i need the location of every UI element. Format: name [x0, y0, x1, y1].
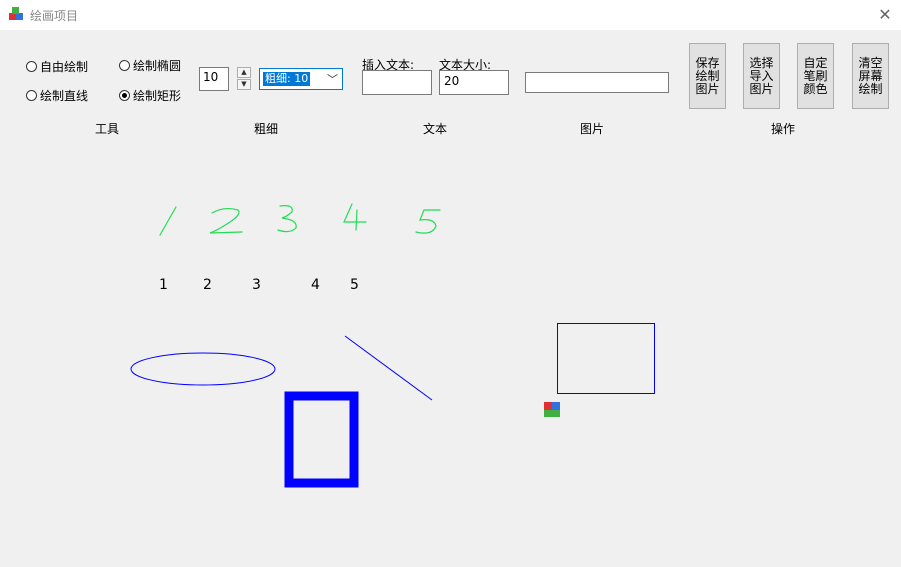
stepper-down-button[interactable]: ▼ — [237, 79, 251, 90]
app-icon — [9, 7, 23, 20]
window-title: 绘画项目 — [30, 9, 79, 23]
radio-dot — [26, 90, 37, 101]
section-label-thickness: 粗细 — [253, 122, 278, 136]
stepper-up-button[interactable]: ▲ — [237, 67, 251, 78]
radio-free-draw[interactable]: 自由绘制 — [26, 58, 88, 75]
section-label-image: 图片 — [579, 122, 604, 136]
radio-label: 自由绘制 — [40, 60, 89, 74]
thick-rect-shape — [284, 391, 359, 488]
radio-ellipse[interactable]: 绘制椭圆 — [119, 57, 181, 74]
line-shape — [344, 335, 433, 401]
section-label-text: 文本 — [422, 122, 447, 136]
chevron-down-icon: ▼ — [241, 80, 247, 88]
canvas-text-1: 1 — [159, 277, 168, 293]
canvas-text-5: 5 — [350, 277, 359, 293]
handwritten-1 — [159, 206, 177, 236]
import-image-button[interactable]: 选择 导入 图片 — [743, 43, 780, 109]
canvas-text-4: 4 — [311, 277, 320, 293]
insert-text-input[interactable] — [362, 70, 432, 95]
canvas-text-3: 3 — [252, 277, 261, 293]
handwritten-3 — [277, 205, 297, 233]
brush-color-button[interactable]: 自定 笔刷 颜色 — [797, 43, 834, 109]
radio-label: 绘制直线 — [40, 89, 89, 103]
section-label-tools: 工具 — [94, 122, 119, 136]
close-icon: ✕ — [878, 5, 892, 24]
thickness-select-value: 粗细: 10 — [263, 72, 311, 86]
radio-rect[interactable]: 绘制矩形 — [119, 87, 181, 104]
chevron-down-icon: ﹀ — [327, 73, 338, 86]
ellipse-shape — [130, 352, 276, 386]
radio-dot-checked — [119, 90, 130, 101]
thickness-stepper-input[interactable]: 10 — [199, 67, 229, 91]
radio-label: 绘制椭圆 — [133, 59, 182, 73]
thickness-select[interactable]: 粗细: 10 ﹀ — [259, 68, 343, 90]
drawing-canvas[interactable] — [0, 140, 901, 567]
section-label-actions: 操作 — [770, 122, 795, 136]
handwritten-4 — [343, 203, 367, 231]
radio-label: 绘制矩形 — [133, 89, 182, 103]
radio-line[interactable]: 绘制直线 — [26, 87, 88, 104]
radio-dot — [26, 61, 37, 72]
title-bar — [0, 0, 901, 30]
handwritten-2 — [209, 207, 243, 234]
thin-rect-shape — [557, 323, 655, 394]
radio-dot — [119, 60, 130, 71]
save-image-button[interactable]: 保存 绘制 图片 — [689, 43, 726, 109]
clear-canvas-button[interactable]: 清空 屏幕 绘制 — [852, 43, 889, 109]
text-size-input[interactable]: 20 — [439, 70, 509, 95]
close-button[interactable]: ✕ — [872, 4, 898, 26]
canvas-text-2: 2 — [203, 277, 212, 293]
handwritten-5 — [415, 209, 441, 234]
imported-image-icon — [544, 402, 560, 417]
image-path-input[interactable] — [525, 72, 669, 93]
chevron-up-icon: ▲ — [241, 68, 247, 76]
